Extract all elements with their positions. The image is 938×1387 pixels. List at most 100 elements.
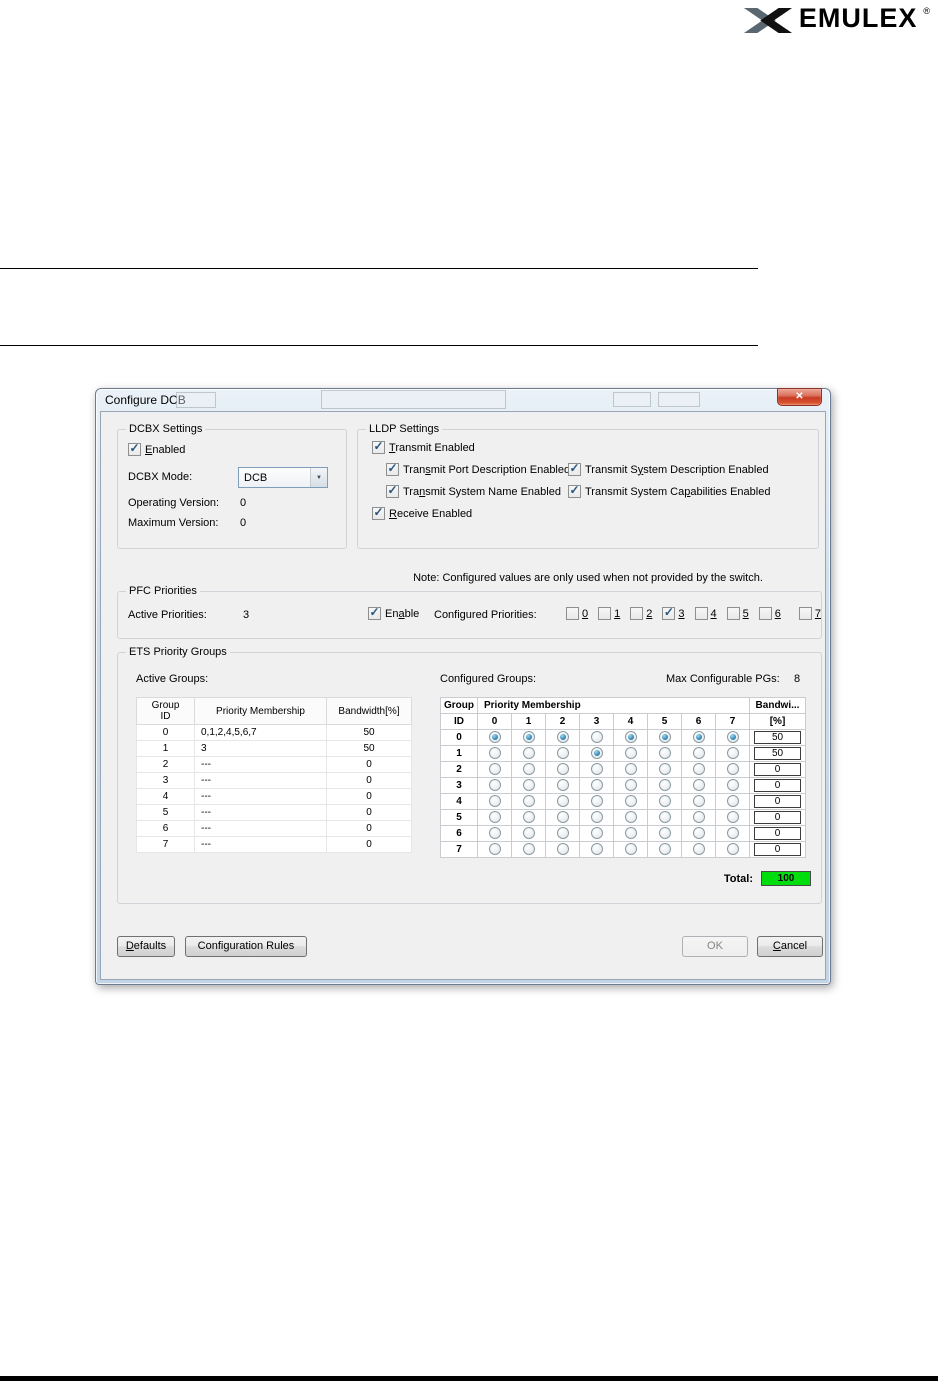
pfc-priority-5-item[interactable]: 5 (726, 607, 749, 620)
pfc-priority-2-checkbox[interactable] (630, 607, 644, 620)
group-3-priority-1-radio[interactable] (522, 779, 535, 792)
transmit-system-description-checkbox[interactable] (568, 462, 581, 476)
pfc-priority-1-checkbox[interactable] (598, 607, 612, 620)
pfc-priority-1-item[interactable]: 1 (598, 607, 620, 620)
group-1-priority-7-radio[interactable] (726, 747, 739, 760)
cancel-button[interactable]: Cancel (757, 936, 823, 957)
group-6-priority-1-radio[interactable] (522, 827, 535, 840)
pfc-priority-3-checkbox[interactable] (662, 606, 676, 620)
group-3-priority-3-radio[interactable] (590, 779, 603, 792)
ok-button[interactable]: OK (682, 936, 748, 957)
dialog-titlebar[interactable]: Configure DCB ✕ (96, 388, 830, 411)
pfc-priority-2-item[interactable]: 2 (630, 607, 652, 620)
pfc-priority-3-item[interactable]: 3 (662, 606, 685, 620)
group-6-priority-5-radio[interactable] (658, 827, 671, 840)
close-button[interactable]: ✕ (777, 388, 822, 406)
group-6-priority-2-radio[interactable] (556, 827, 569, 840)
group-5-priority-1-radio[interactable] (522, 811, 535, 824)
group-6-priority-6-radio[interactable] (692, 827, 705, 840)
group-0-priority-5-radio[interactable] (658, 731, 671, 744)
pfc-priority-0-checkbox[interactable] (566, 607, 579, 620)
group-6-priority-3-radio[interactable] (590, 827, 603, 840)
group-0-priority-4-radio[interactable] (624, 731, 637, 744)
group-0-priority-6-radio[interactable] (692, 731, 705, 744)
group-4-priority-5-radio[interactable] (658, 795, 671, 808)
group-0-bandwidth-input[interactable] (754, 730, 801, 744)
group-0-priority-7-radio[interactable] (726, 731, 739, 744)
group-3-priority-6-radio[interactable] (692, 779, 705, 792)
group-0-priority-3-radio[interactable] (590, 731, 603, 744)
transmit-system-name-item[interactable]: Transmit System Name Enabled (386, 484, 561, 498)
configuration-rules-button[interactable]: Configuration Rules (185, 936, 307, 957)
group-1-priority-2-radio[interactable] (556, 747, 569, 760)
group-5-priority-3-radio[interactable] (590, 811, 603, 824)
transmit-system-capabilities-item[interactable]: Transmit System Capabilities Enabled (568, 484, 770, 498)
pfc-priority-6-item[interactable]: 6 (758, 607, 781, 620)
group-7-priority-1-radio[interactable] (522, 843, 535, 856)
group-7-priority-6-radio[interactable] (692, 843, 705, 856)
group-3-bandwidth-input[interactable] (754, 778, 801, 792)
group-5-priority-6-radio[interactable] (692, 811, 705, 824)
pfc-priority-7-checkbox[interactable] (798, 607, 812, 620)
pfc-priority-5-checkbox[interactable] (726, 607, 740, 620)
dcbx-enabled-item[interactable]: Enabled (128, 442, 185, 456)
group-2-priority-6-radio[interactable] (692, 763, 705, 776)
group-1-priority-1-radio[interactable] (522, 747, 535, 760)
group-2-priority-4-radio[interactable] (624, 763, 637, 776)
group-2-priority-2-radio[interactable] (556, 763, 569, 776)
receive-enabled-item[interactable]: Receive Enabled (372, 506, 472, 520)
receive-enabled-checkbox[interactable] (372, 506, 385, 520)
transmit-enabled-item[interactable]: Transmit Enabled (372, 440, 475, 454)
group-6-priority-0-radio[interactable] (488, 827, 501, 840)
defaults-button[interactable]: Defaults (117, 936, 175, 957)
group-4-priority-7-radio[interactable] (726, 795, 739, 808)
dcbx-mode-dropdown[interactable]: DCB ▼ (238, 467, 328, 488)
group-2-priority-3-radio[interactable] (590, 763, 603, 776)
transmit-system-description-item[interactable]: Transmit System Description Enabled (568, 462, 769, 476)
group-4-priority-4-radio[interactable] (624, 795, 637, 808)
group-7-priority-7-radio[interactable] (726, 843, 739, 856)
group-0-priority-0-radio[interactable] (488, 731, 501, 744)
group-1-priority-3-radio[interactable] (590, 747, 603, 760)
group-3-priority-4-radio[interactable] (624, 779, 637, 792)
group-1-priority-0-radio[interactable] (488, 747, 501, 760)
group-2-priority-0-radio[interactable] (488, 763, 501, 776)
transmit-system-capabilities-checkbox[interactable] (568, 484, 581, 498)
group-3-priority-5-radio[interactable] (658, 779, 671, 792)
group-5-bandwidth-input[interactable] (754, 810, 801, 824)
pfc-priority-4-checkbox[interactable] (694, 607, 708, 620)
pfc-priority-6-checkbox[interactable] (758, 607, 772, 620)
group-1-priority-6-radio[interactable] (692, 747, 705, 760)
transmit-port-description-checkbox[interactable] (386, 462, 399, 476)
pfc-priority-4-item[interactable]: 4 (694, 607, 717, 620)
group-3-priority-0-radio[interactable] (488, 779, 501, 792)
group-5-priority-5-radio[interactable] (658, 811, 671, 824)
group-0-priority-1-radio[interactable] (522, 731, 535, 744)
transmit-enabled-checkbox[interactable] (372, 440, 385, 454)
pfc-priority-7-item[interactable]: 7 (798, 607, 821, 620)
group-5-priority-2-radio[interactable] (556, 811, 569, 824)
group-5-priority-7-radio[interactable] (726, 811, 739, 824)
group-6-priority-7-radio[interactable] (726, 827, 739, 840)
group-4-priority-6-radio[interactable] (692, 795, 705, 808)
group-7-priority-0-radio[interactable] (488, 843, 501, 856)
transmit-port-description-item[interactable]: Transmit Port Description Enabled (386, 462, 570, 476)
group-3-priority-2-radio[interactable] (556, 779, 569, 792)
group-0-priority-2-radio[interactable] (556, 731, 569, 744)
group-7-priority-5-radio[interactable] (658, 843, 671, 856)
group-2-bandwidth-input[interactable] (754, 762, 801, 776)
pfc-enable-checkbox[interactable] (368, 606, 381, 620)
group-6-bandwidth-input[interactable] (754, 826, 801, 840)
group-5-priority-0-radio[interactable] (488, 811, 501, 824)
pfc-priority-0-item[interactable]: 0 (566, 607, 588, 620)
group-1-priority-5-radio[interactable] (658, 747, 671, 760)
group-7-priority-2-radio[interactable] (556, 843, 569, 856)
group-4-priority-1-radio[interactable] (522, 795, 535, 808)
group-2-priority-1-radio[interactable] (522, 763, 535, 776)
transmit-system-name-checkbox[interactable] (386, 484, 399, 498)
group-1-bandwidth-input[interactable] (754, 746, 801, 760)
group-3-priority-7-radio[interactable] (726, 779, 739, 792)
dcbx-enabled-checkbox[interactable] (128, 442, 141, 456)
group-2-priority-7-radio[interactable] (726, 763, 739, 776)
group-7-priority-3-radio[interactable] (590, 843, 603, 856)
